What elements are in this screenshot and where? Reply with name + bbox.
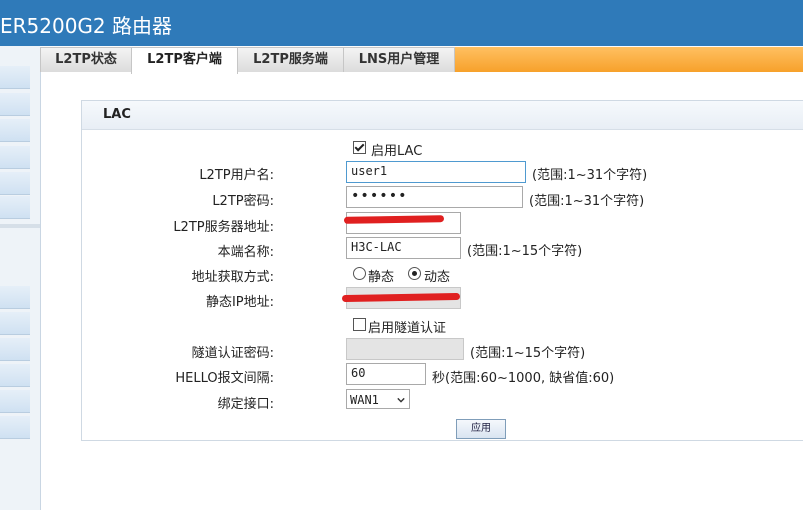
password-hint: (范围:1~31个字符) [529,194,645,209]
addr-mode-dynamic-label: 动态 [424,270,451,285]
static-ip-label: 静态IP地址: [205,295,274,310]
sidebar-item[interactable] [0,93,30,116]
panel-header: LAC [82,101,803,130]
tab-bar-accent [454,47,803,72]
app-title: ER5200G2 路由器 [0,14,173,38]
sidebar-item[interactable] [0,196,30,219]
password-input[interactable]: •••••• [346,186,523,208]
apply-button[interactable]: 应用 [456,419,506,439]
tunnel-password-input[interactable] [346,338,464,360]
username-label: L2TP用户名: [199,168,274,183]
tab-l2tp-client[interactable]: L2TP客户端 [131,47,238,74]
local-name-hint: (范围:1~15个字符) [467,244,583,259]
sidebar-item[interactable] [0,312,30,335]
enable-lac-checkbox[interactable] [353,141,366,154]
sidebar-item[interactable] [0,364,30,387]
server-address-label: L2TP服务器地址: [173,220,274,235]
sidebar [0,46,41,510]
local-name-label: 本端名称: [217,245,274,260]
addr-mode-dynamic-radio[interactable] [408,267,421,280]
sidebar-item[interactable] [0,66,30,89]
hello-interval-input[interactable]: 60 [346,363,426,385]
chevron-down-icon [397,397,405,403]
sidebar-item[interactable] [0,338,30,361]
addr-mode-label: 地址获取方式: [191,270,274,285]
sidebar-item[interactable] [0,286,30,309]
hello-interval-hint: 秒(范围:60~1000, 缺省值:60) [432,371,615,386]
app-header: ER5200G2 路由器 [0,0,803,46]
sidebar-item[interactable] [0,119,30,142]
sidebar-item[interactable] [0,146,30,169]
sidebar-item[interactable] [0,416,30,439]
username-hint: (范围:1~31个字符) [532,168,648,183]
addr-mode-static-radio[interactable] [353,267,366,280]
tab-lns-user-management[interactable]: LNS用户管理 [343,47,455,72]
addr-mode-static-label: 静态 [368,270,395,285]
bind-interface-label: 绑定接口: [217,397,274,412]
password-label: L2TP密码: [212,194,274,209]
hello-interval-label: HELLO报文间隔: [175,371,274,386]
enable-lac-label: 启用LAC [371,144,423,159]
tab-l2tp-server[interactable]: L2TP服务端 [237,47,344,72]
tunnel-password-hint: (范围:1~15个字符) [470,346,586,361]
sidebar-item[interactable] [0,390,30,413]
tab-l2tp-status[interactable]: L2TP状态 [40,47,132,72]
panel-title: LAC [103,107,131,122]
username-input[interactable]: user1 [346,161,526,183]
sidebar-item[interactable] [0,172,30,195]
enable-tunnel-auth-label: 启用隧道认证 [368,321,447,336]
local-name-input[interactable]: H3C-LAC [346,237,461,259]
bind-interface-select[interactable]: WAN1 [346,389,410,409]
bind-interface-value: WAN1 [350,393,379,407]
tunnel-password-label: 隧道认证密码: [191,346,274,361]
sidebar-divider [0,224,40,228]
enable-tunnel-auth-checkbox[interactable] [353,318,366,331]
